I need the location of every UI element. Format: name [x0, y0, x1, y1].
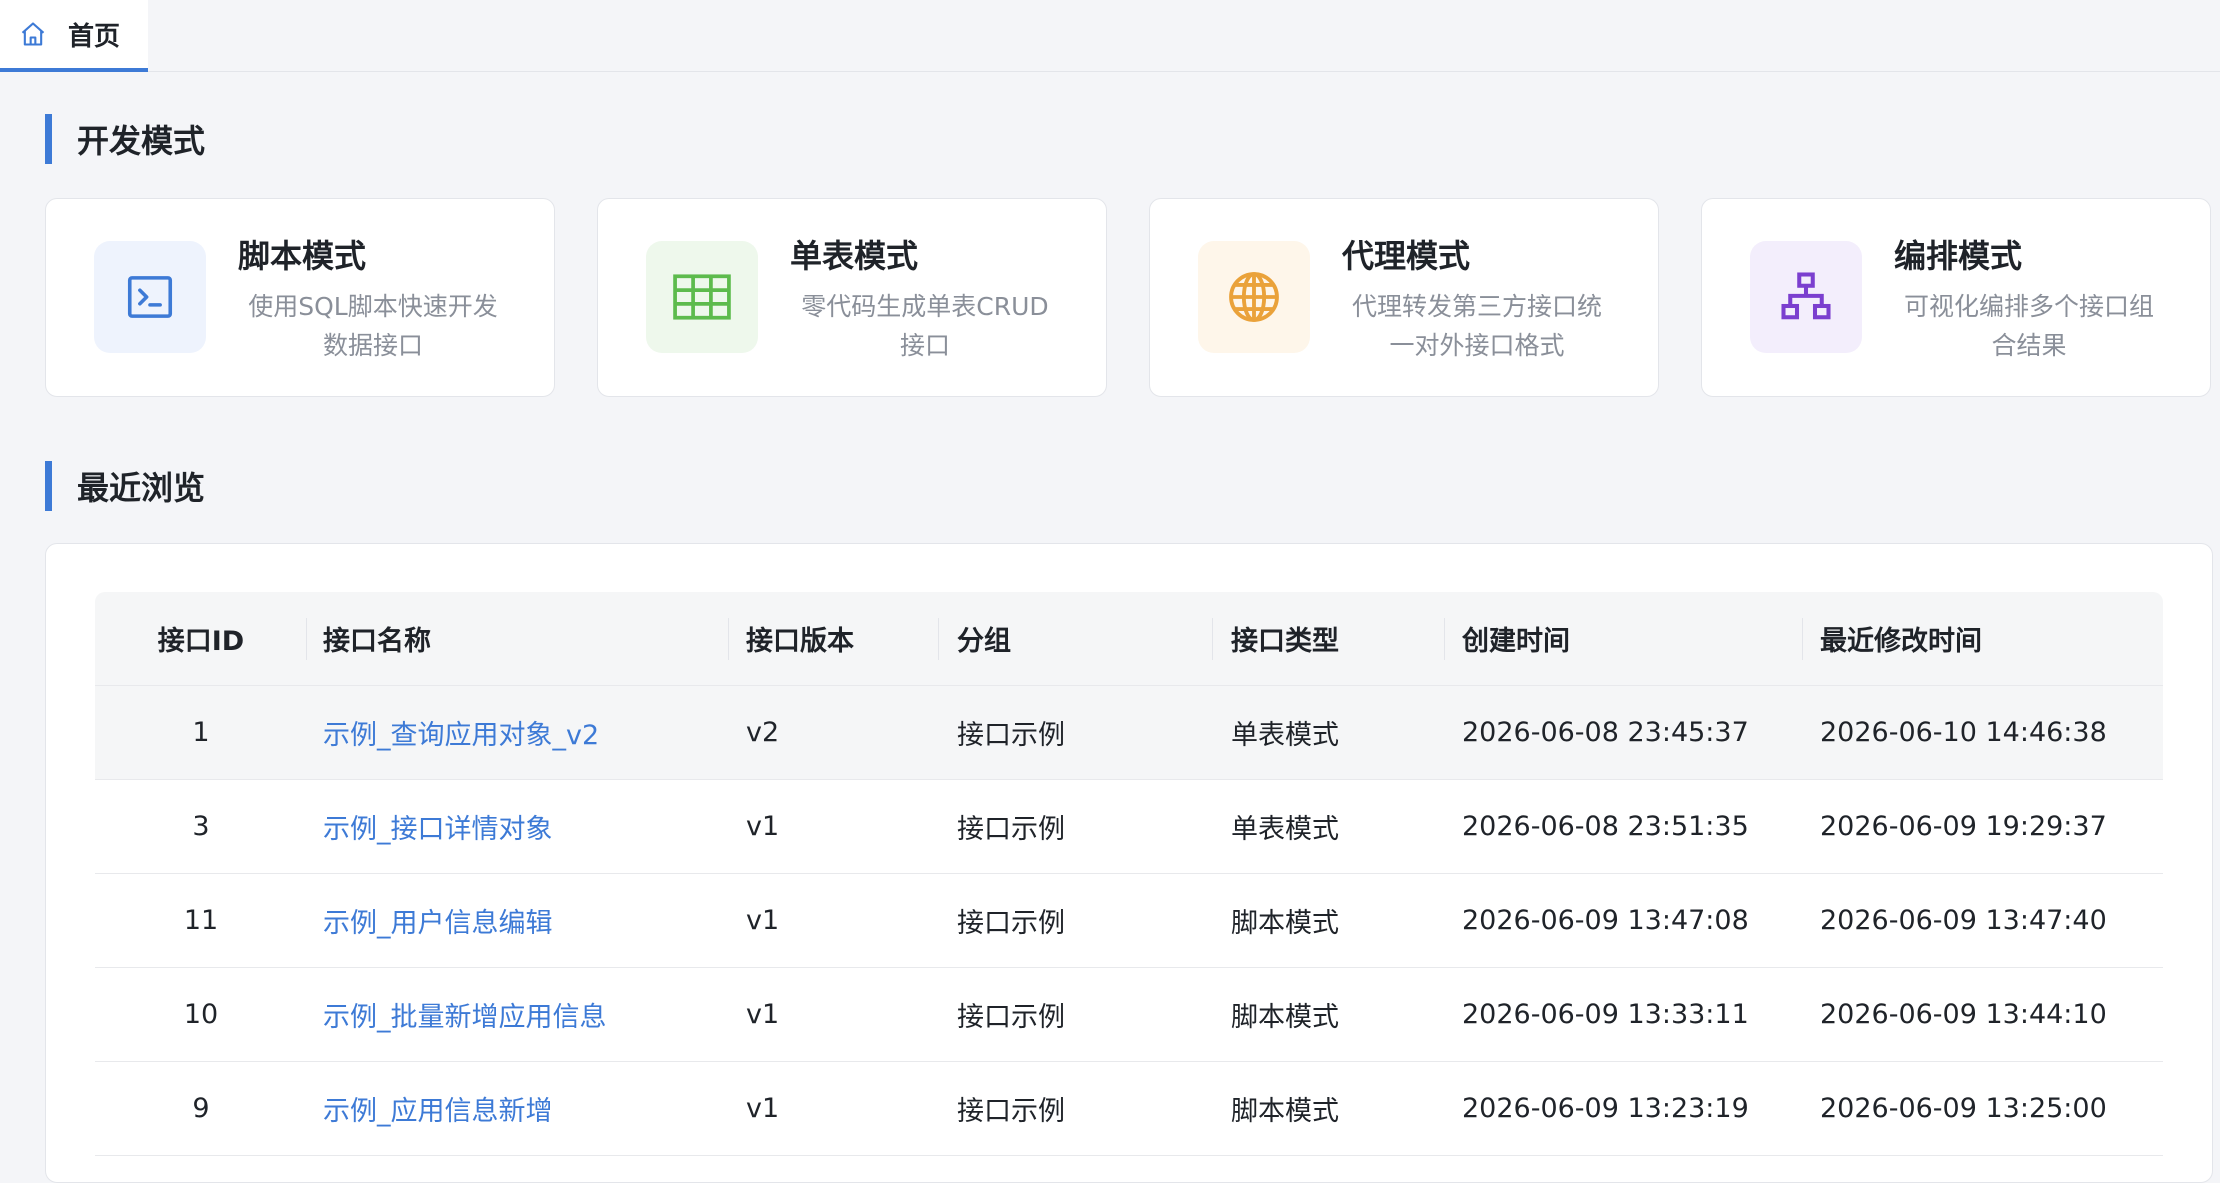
column-divider	[728, 618, 729, 660]
column-header-created: 创建时间	[1462, 626, 1570, 657]
card-description: 代理转发第三方接口统一对外接口格式	[1351, 292, 1602, 360]
cell-type: 脚本模式	[1231, 1002, 1339, 1033]
cell-type: 单表模式	[1231, 720, 1339, 751]
cell-modified: 2026-06-09 13:25:00	[1820, 1093, 2107, 1124]
section-accent-bar	[45, 461, 52, 511]
cell-created: 2026-06-09 13:47:08	[1462, 905, 1749, 936]
column-header-type: 接口类型	[1231, 626, 1339, 657]
cell-version: v1	[746, 811, 780, 842]
card-proxy-mode[interactable]: 代理模式 代理转发第三方接口统一对外接口格式	[1149, 198, 1659, 397]
card-description: 零代码生成单表CRUD接口	[801, 292, 1049, 360]
recent-table: 接口ID 接口名称 接口版本 分组 接口类型 创建时间 最近修改时间 1 示例_…	[95, 592, 2163, 1156]
column-divider	[1212, 618, 1213, 660]
card-script-mode[interactable]: 脚本模式 使用SQL脚本快速开发数据接口	[45, 198, 555, 397]
cell-created: 2026-06-09 13:23:19	[1462, 1093, 1749, 1124]
table-icon	[646, 241, 758, 353]
cell-version: v1	[746, 905, 780, 936]
cell-created: 2026-06-08 23:51:35	[1462, 811, 1749, 842]
cell-version: v1	[746, 1093, 780, 1124]
cell-name-link[interactable]: 示例_用户信息编辑	[323, 874, 723, 967]
cell-id: 10	[183, 999, 219, 1030]
table-row[interactable]: 1 示例_查询应用对象_v2 v2 接口示例 单表模式 2026-06-08 2…	[95, 686, 2163, 780]
table-row[interactable]: 11 示例_用户信息编辑 v1 接口示例 脚本模式 2026-06-09 13:…	[95, 874, 2163, 968]
cell-modified: 2026-06-10 14:46:38	[1820, 717, 2107, 748]
card-title: 脚本模式	[238, 237, 367, 275]
cell-group: 接口示例	[957, 1002, 1065, 1033]
mode-cards: 脚本模式 使用SQL脚本快速开发数据接口 单表模式 零代码生成单表CRUD接口 …	[45, 198, 2220, 397]
card-description: 使用SQL脚本快速开发数据接口	[248, 292, 498, 360]
card-single-table-mode[interactable]: 单表模式 零代码生成单表CRUD接口	[597, 198, 1107, 397]
column-divider	[938, 618, 939, 660]
cell-type: 单表模式	[1231, 814, 1339, 845]
cell-name-link[interactable]: 示例_应用信息新增	[323, 1062, 723, 1155]
cell-modified: 2026-06-09 13:47:40	[1820, 905, 2107, 936]
column-header-modified: 最近修改时间	[1820, 626, 1982, 657]
dev-mode-heading: 开发模式	[77, 122, 206, 160]
table-row[interactable]: 10 示例_批量新增应用信息 v1 接口示例 脚本模式 2026-06-09 1…	[95, 968, 2163, 1062]
card-orchestration-mode[interactable]: 编排模式 可视化编排多个接口组合结果	[1701, 198, 2211, 397]
table-row[interactable]: 3 示例_接口详情对象 v1 接口示例 单表模式 2026-06-08 23:5…	[95, 780, 2163, 874]
cell-group: 接口示例	[957, 814, 1065, 845]
cell-id: 9	[192, 1093, 210, 1124]
tab-home-label: 首页	[68, 21, 121, 52]
cell-type: 脚本模式	[1231, 908, 1339, 939]
cell-created: 2026-06-08 23:45:37	[1462, 717, 1749, 748]
recent-heading: 最近浏览	[77, 469, 206, 507]
column-header-version: 接口版本	[746, 626, 854, 657]
column-header-id: 接口ID	[157, 626, 245, 657]
terminal-icon	[94, 241, 206, 353]
recent-section-title: 最近浏览	[45, 461, 205, 511]
cell-modified: 2026-06-09 13:44:10	[1820, 999, 2107, 1030]
cell-name-link[interactable]: 示例_查询应用对象_v2	[323, 686, 723, 779]
cell-group: 接口示例	[957, 908, 1065, 939]
cell-version: v1	[746, 999, 780, 1030]
cell-id: 1	[192, 717, 210, 748]
card-title: 代理模式	[1342, 237, 1471, 275]
table-header: 接口ID 接口名称 接口版本 分组 接口类型 创建时间 最近修改时间	[95, 592, 2163, 686]
cell-group: 接口示例	[957, 720, 1065, 751]
section-accent-bar	[45, 114, 52, 164]
cell-version: v2	[746, 717, 780, 748]
card-description: 可视化编排多个接口组合结果	[1903, 292, 2154, 360]
globe-icon	[1198, 241, 1310, 353]
tab-bar: 首页	[0, 0, 2220, 72]
cell-name-link[interactable]: 示例_接口详情对象	[323, 780, 723, 873]
cell-id: 11	[183, 905, 219, 936]
cell-group: 接口示例	[957, 1096, 1065, 1127]
card-title: 编排模式	[1894, 237, 2023, 275]
column-divider	[1802, 618, 1803, 660]
table-row[interactable]: 9 示例_应用信息新增 v1 接口示例 脚本模式 2026-06-09 13:2…	[95, 1062, 2163, 1156]
card-title: 单表模式	[790, 237, 919, 275]
column-divider	[306, 618, 307, 660]
column-header-group: 分组	[957, 626, 1011, 657]
column-header-name: 接口名称	[323, 626, 431, 657]
tab-home[interactable]: 首页	[0, 0, 148, 72]
home-icon	[18, 19, 48, 49]
recent-table-panel: 接口ID 接口名称 接口版本 分组 接口类型 创建时间 最近修改时间 1 示例_…	[45, 543, 2213, 1183]
cell-id: 3	[192, 811, 210, 842]
cell-name-link[interactable]: 示例_批量新增应用信息	[323, 968, 723, 1061]
dev-mode-section-title: 开发模式	[45, 114, 205, 164]
cell-created: 2026-06-09 13:33:11	[1462, 999, 1749, 1030]
cell-modified: 2026-06-09 19:29:37	[1820, 811, 2107, 842]
sitemap-icon	[1750, 241, 1862, 353]
column-divider	[1444, 618, 1445, 660]
cell-type: 脚本模式	[1231, 1096, 1339, 1127]
